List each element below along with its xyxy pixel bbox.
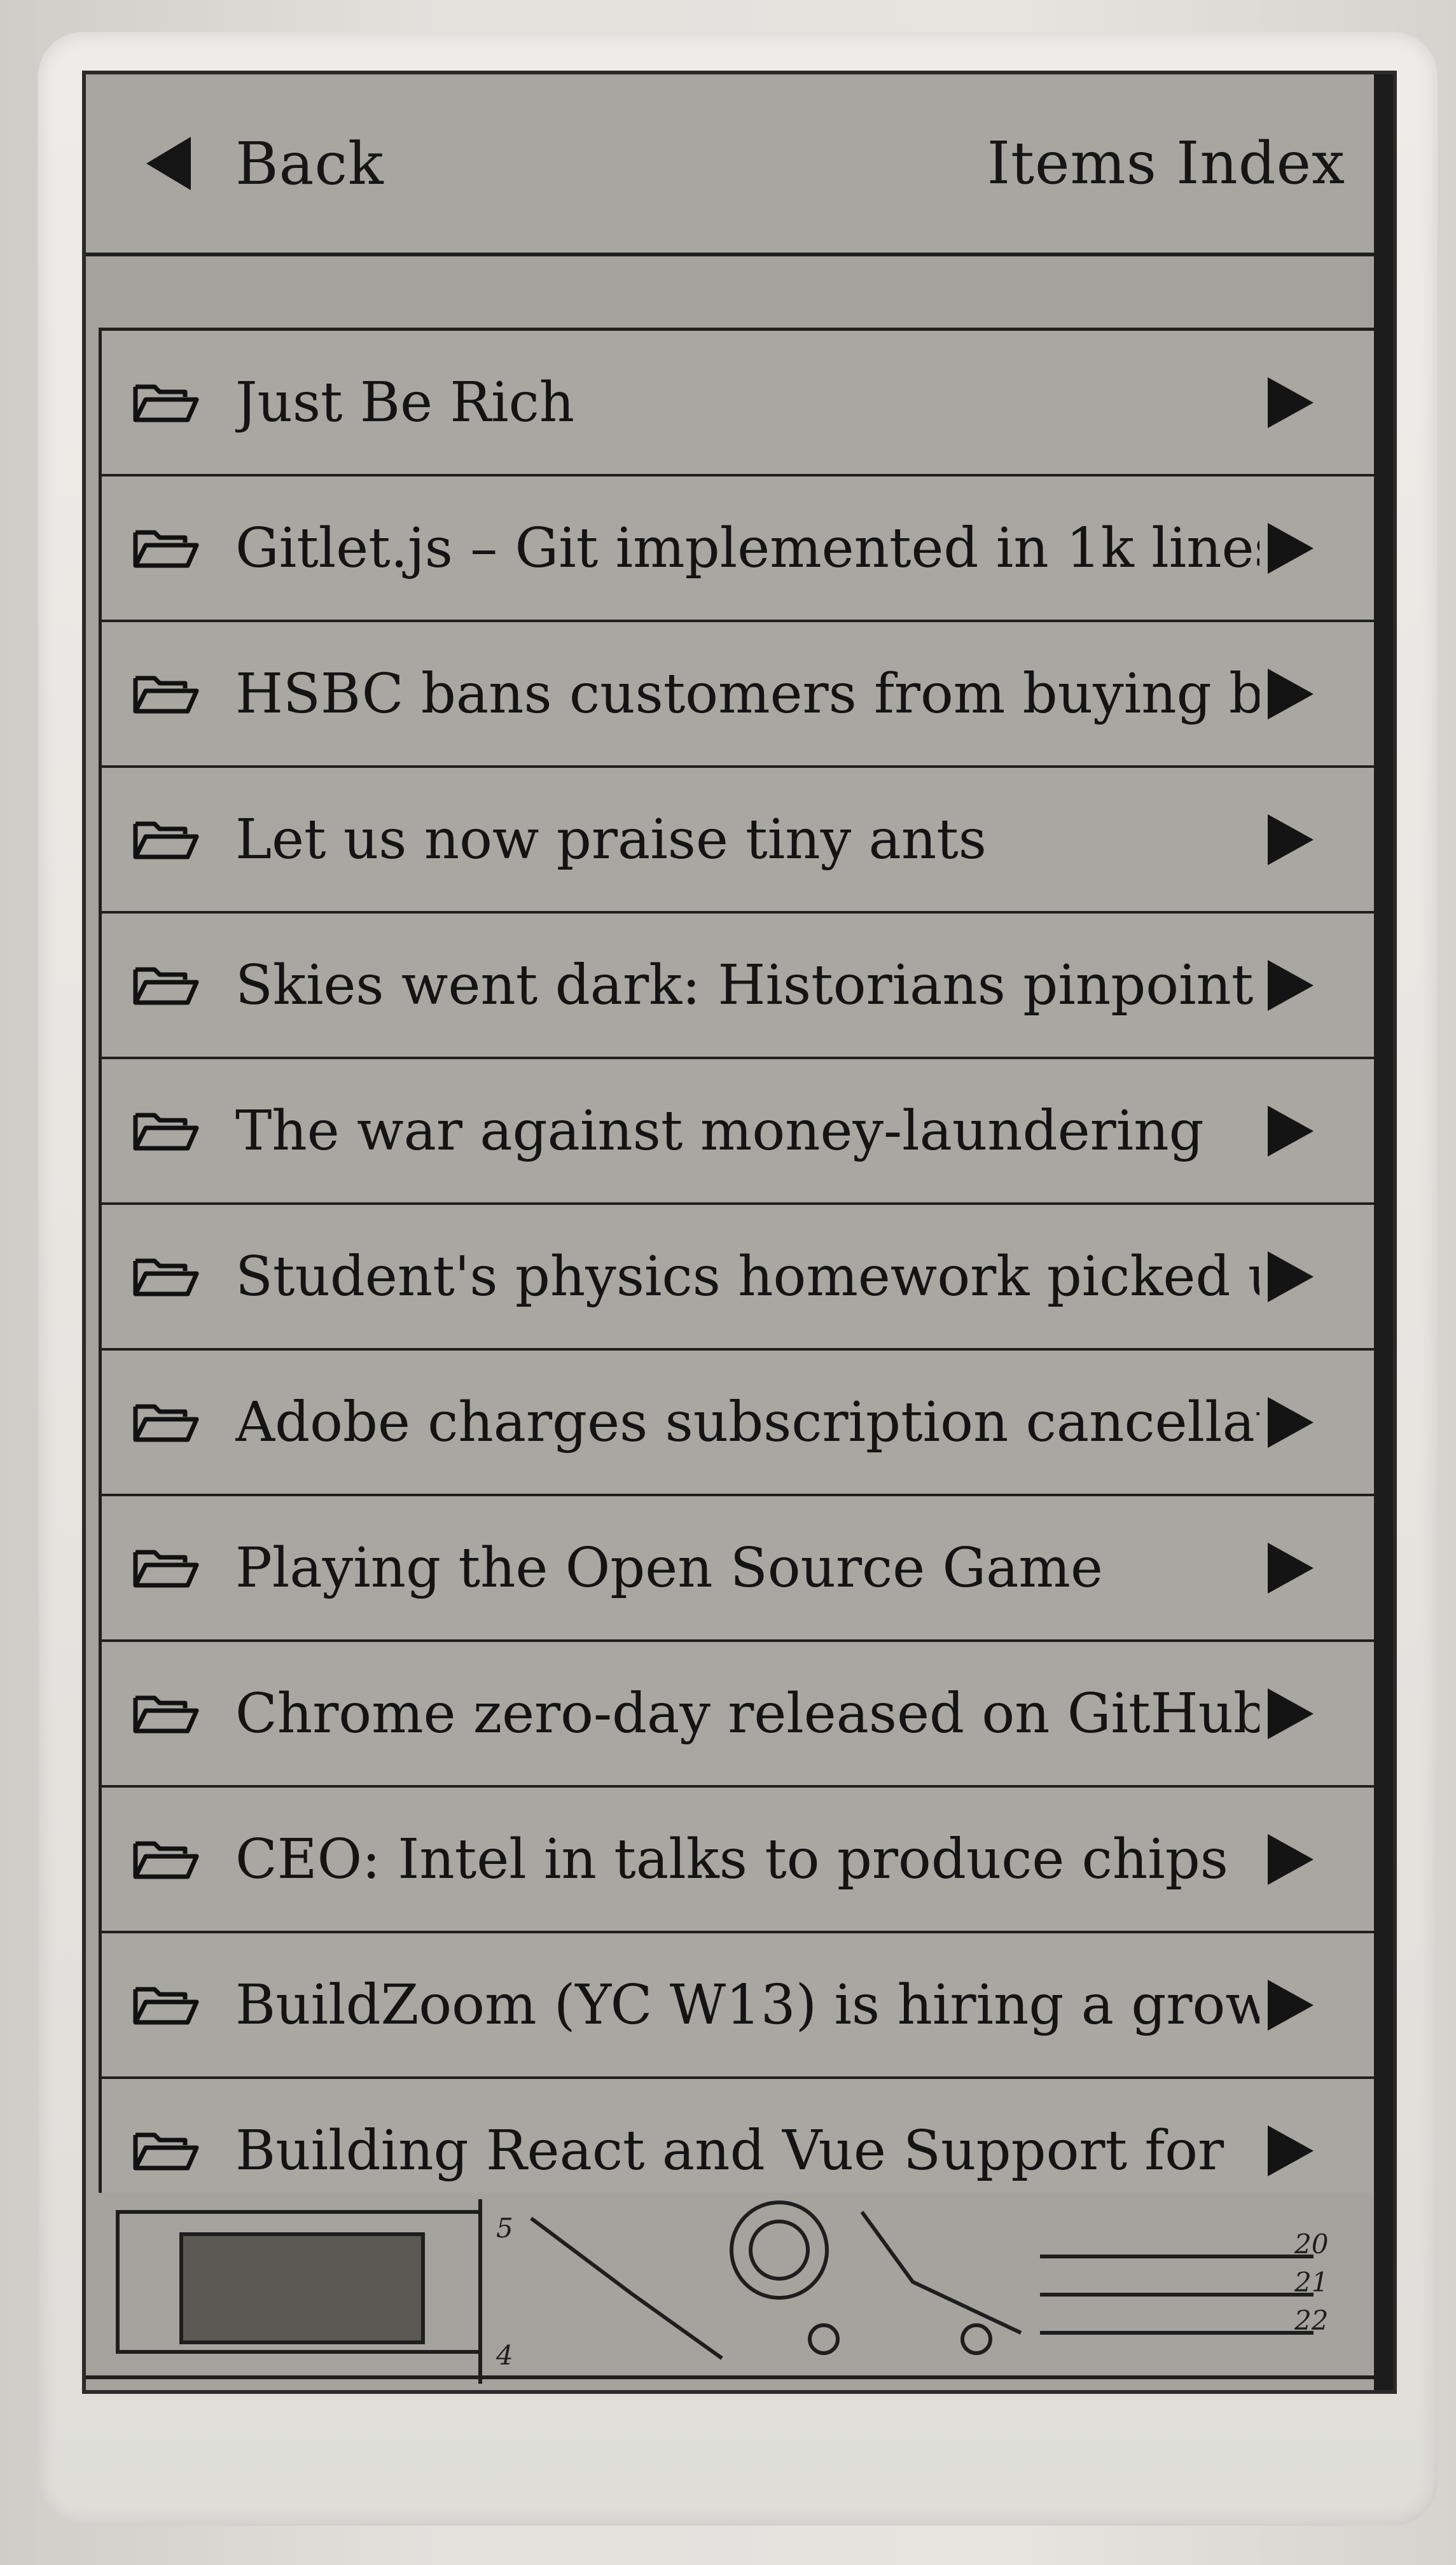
list-item-label: The war against money-laundering <box>235 1099 1204 1163</box>
chevron-right-icon[interactable] <box>1268 377 1314 428</box>
list-item[interactable]: HSBC bans customers from buying bitcoin <box>102 622 1374 768</box>
chevron-right-icon[interactable] <box>1268 814 1314 865</box>
list-item[interactable]: The war against money-laundering <box>102 1059 1374 1205</box>
chevron-right-icon[interactable] <box>1268 1833 1314 1885</box>
screen-edge-shadow <box>1374 74 1393 2390</box>
list-item[interactable]: Adobe charges subscription cancellation <box>102 1351 1374 1496</box>
list-item-label: Just Be Rich <box>235 370 575 434</box>
list-item-label: Let us now praise tiny ants <box>235 807 987 872</box>
back-label: Back <box>235 129 384 198</box>
chevron-right-icon[interactable] <box>1268 1251 1314 1302</box>
chevron-right-icon[interactable] <box>1268 1105 1314 1157</box>
diagram-label: 21 <box>1294 2267 1328 2298</box>
diagram-label: 5 <box>496 2213 513 2244</box>
list-item[interactable]: CEO: Intel in talks to produce chips <box>102 1788 1374 1933</box>
folder-icon <box>133 384 199 422</box>
folder-icon <box>133 676 199 713</box>
page-title: Items Index <box>987 129 1345 197</box>
folder-icon <box>133 1404 199 1442</box>
folder-icon <box>133 1258 199 1296</box>
list-item[interactable]: Gitlet.js – Git implemented in 1k lines <box>102 476 1374 622</box>
list-item[interactable]: Let us now praise tiny ants <box>102 768 1374 914</box>
diagram-label: 22 <box>1294 2305 1328 2336</box>
list-item-label: Student's physics homework picked up <box>235 1244 1259 1309</box>
folder-icon <box>133 1550 199 1587</box>
back-arrow-icon <box>146 137 191 190</box>
list-item-label: Chrome zero-day released on GitHub <box>235 1681 1259 1746</box>
folder-icon <box>133 530 199 567</box>
folder-icon <box>133 1841 199 1879</box>
list-item-label: Adobe charges subscription cancellation <box>235 1390 1259 1454</box>
background-diagram: 5 4 20 21 22 <box>86 2193 1374 2390</box>
list-item[interactable]: BuildZoom (YC W13) is hiring a growth <box>102 1933 1374 2079</box>
list-item-label: CEO: Intel in talks to produce chips <box>235 1827 1228 1891</box>
folder-icon <box>133 1113 199 1150</box>
chevron-right-icon[interactable] <box>1268 522 1314 574</box>
device-photo: Back Items Index Just Be Rich Gitlet.js –… <box>0 0 1456 2565</box>
folder-icon <box>133 821 199 859</box>
folder-icon <box>133 1695 199 1733</box>
folder-icon <box>133 1987 199 2024</box>
chevron-right-icon[interactable] <box>1268 1979 1314 2031</box>
chevron-right-icon[interactable] <box>1268 2125 1314 2176</box>
list-item[interactable]: Just Be Rich <box>102 331 1374 476</box>
chevron-right-icon[interactable] <box>1268 1396 1314 1448</box>
list-item[interactable]: Skies went dark: Historians pinpoint <box>102 914 1374 1059</box>
diagram-label: 20 <box>1294 2228 1328 2260</box>
list-item-label: Skies went dark: Historians pinpoint <box>235 953 1254 1017</box>
list-item[interactable]: Student's physics homework picked up <box>102 1205 1374 1351</box>
chevron-right-icon[interactable] <box>1268 668 1314 719</box>
chevron-right-icon[interactable] <box>1268 1688 1314 1739</box>
back-button[interactable]: Back <box>146 113 477 214</box>
ereader-screen: Back Items Index Just Be Rich Gitlet.js –… <box>86 74 1393 2390</box>
list-item-label: Playing the Open Source Game <box>235 1536 1103 1600</box>
list-item-label: BuildZoom (YC W13) is hiring a growth <box>235 1973 1259 2037</box>
diagram-label: 4 <box>496 2340 513 2371</box>
list-item-label: HSBC bans customers from buying bitcoin <box>235 662 1259 726</box>
chevron-right-icon[interactable] <box>1268 959 1314 1011</box>
folder-icon <box>133 967 199 1004</box>
chevron-right-icon[interactable] <box>1268 1542 1314 1594</box>
list-item-label: Building React and Vue Support for <box>235 2118 1224 2183</box>
list-item[interactable]: Chrome zero-day released on GitHub <box>102 1642 1374 1788</box>
items-list: Just Be Rich Gitlet.js – Git implemented … <box>99 328 1374 2225</box>
folder-icon <box>133 2132 199 2170</box>
list-item[interactable]: Playing the Open Source Game <box>102 1496 1374 1642</box>
top-bar: Back Items Index <box>86 74 1374 256</box>
list-item-label: Gitlet.js – Git implemented in 1k lines <box>235 516 1259 580</box>
